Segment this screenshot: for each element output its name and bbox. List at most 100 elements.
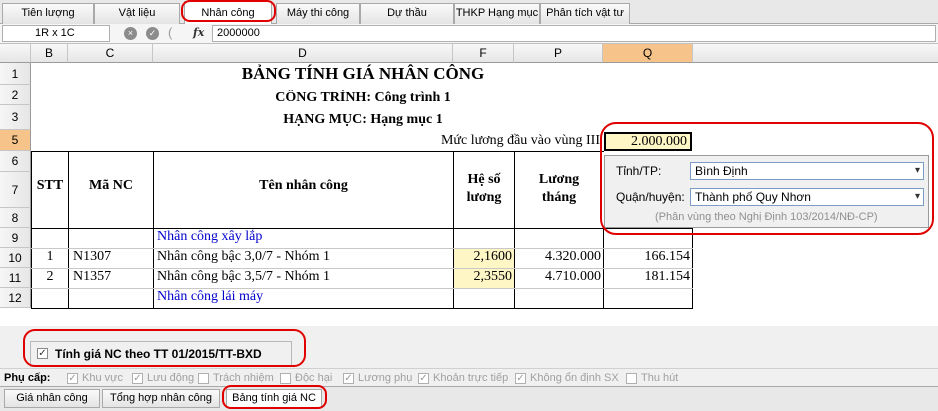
tab-vat-lieu[interactable]: Vật liệu	[94, 3, 180, 24]
checkbox-khong-on-dinh[interactable]: ✓	[515, 373, 526, 384]
tab-tien-luong[interactable]: Tiên lượng	[2, 3, 94, 24]
tt-checkbox[interactable]: ✓	[37, 348, 48, 359]
label-khoan-truc-tiep[interactable]: Khoản trực tiếp	[433, 372, 508, 384]
item-name[interactable]: Nhân công bậc 3,0/7 - Nhóm 1	[157, 249, 453, 265]
item-daily[interactable]: 166.154	[604, 249, 691, 265]
header-he-so-line2: lương	[466, 190, 502, 205]
group-lai-may[interactable]: Nhân công lái máy	[157, 289, 453, 305]
chevron-down-icon[interactable]: ▾	[915, 163, 920, 179]
item-code[interactable]: N1307	[73, 249, 153, 265]
row-header-8[interactable]: 8	[0, 208, 31, 228]
column-header-f[interactable]: F	[453, 44, 514, 63]
fx-icon[interactable]: fx	[193, 26, 204, 39]
cancel-icon[interactable]: ×	[124, 27, 137, 40]
formula-input[interactable]: 2000000	[212, 25, 936, 42]
label-trach-nhiem[interactable]: Trách nhiệm	[213, 372, 274, 384]
table-line	[31, 308, 693, 309]
function-wizard-icon[interactable]: (	[168, 25, 172, 40]
column-header-q[interactable]: Q	[603, 44, 693, 63]
item-stt[interactable]: 2	[32, 269, 68, 285]
header-ten-nc: Tên nhân công	[259, 178, 348, 193]
checkbox-trach-nhiem[interactable]	[198, 373, 209, 384]
label-thu-hut[interactable]: Thu hút	[641, 372, 678, 384]
province-label: Tỉnh/TP:	[616, 164, 662, 178]
column-header-c[interactable]: C	[68, 44, 153, 63]
label-khu-vuc[interactable]: Khu vực	[82, 372, 123, 384]
tab-may-thi-cong[interactable]: Máy thi công	[276, 3, 360, 24]
tab-thkp-hang-muc[interactable]: THKP Hạng mục	[454, 3, 540, 24]
tab-nhan-cong[interactable]: Nhân công	[184, 1, 272, 25]
tab-gia-nhan-cong[interactable]: Giá nhân công	[4, 389, 100, 408]
header-he-so-line1: Hệ số	[467, 172, 501, 187]
header-luong-line1: Lương	[538, 172, 580, 187]
column-header-b[interactable]: B	[31, 44, 68, 63]
row-header-3[interactable]: 3	[0, 105, 31, 130]
row-header-6[interactable]: 6	[0, 151, 31, 172]
checkbox-doc-hai[interactable]	[280, 373, 291, 384]
header-ma-nc: Mã NC	[89, 178, 133, 193]
checkbox-luong-phu[interactable]: ✓	[343, 373, 354, 384]
checkbox-khoan-truc-tiep[interactable]: ✓	[418, 373, 429, 384]
item-stt[interactable]: 1	[32, 249, 68, 265]
checkbox-khu-vuc[interactable]: ✓	[67, 373, 78, 384]
bottom-tab-bar: Giá nhân công Tổng hợp nhân công Bảng tí…	[0, 386, 938, 411]
tab-phan-tich-vat-tu[interactable]: Phân tích vật tư	[540, 3, 630, 24]
label-khong-on-dinh[interactable]: Không ổn định SX	[530, 372, 619, 384]
row-header-1[interactable]: 1	[0, 63, 31, 85]
project-name: CÔNG TRÌNH: Công trình 1	[275, 90, 451, 105]
tab-tong-hop-nhan-cong[interactable]: Tổng hợp nhân công	[102, 389, 220, 408]
wage-label: Mức lương đầu vào vùng III	[440, 133, 600, 148]
label-luu-dong[interactable]: Lưu động	[147, 372, 194, 384]
row-header-2[interactable]: 2	[0, 85, 31, 105]
item-coef[interactable]: 2,1600	[454, 249, 513, 265]
district-select[interactable]: Thành phố Quy Nhơn ▾	[690, 188, 924, 206]
column-header-p[interactable]: P	[514, 44, 603, 63]
name-box[interactable]: 1R x 1C	[2, 25, 110, 42]
header-luong-line2: tháng	[541, 190, 577, 205]
item-coef[interactable]: 2,3550	[454, 269, 513, 285]
item-monthly[interactable]: 4.320.000	[515, 249, 601, 265]
sheet-title: BẢNG TÍNH GIÁ NHÂN CÔNG	[241, 64, 485, 83]
options-area: ✓ Tính giá NC theo TT 01/2015/TT-BXD	[0, 326, 938, 368]
label-luong-phu[interactable]: Lương phụ	[358, 372, 412, 384]
row-header-5[interactable]: 5	[0, 130, 31, 151]
row-header-12[interactable]: 12	[0, 288, 31, 308]
row-header-10[interactable]: 10	[0, 248, 31, 268]
tab-bang-tinh-gia-nc[interactable]: Bảng tính giá NC	[226, 389, 322, 408]
item-name: HẠNG MỤC: Hạng mục 1	[283, 112, 443, 127]
checkbox-luu-dong[interactable]: ✓	[132, 373, 143, 384]
column-header-blank	[693, 44, 938, 63]
header-stt: STT	[36, 178, 64, 193]
row-header-9[interactable]: 9	[0, 228, 31, 248]
phu-cap-bar: Phụ cấp: ✓ Khu vực ✓ Lưu động Trách nhiệ…	[0, 368, 938, 386]
item-daily[interactable]: 181.154	[604, 269, 691, 285]
table-line	[68, 151, 69, 309]
province-value: Bình Định	[695, 164, 748, 178]
phu-cap-label: Phụ cấp:	[4, 372, 51, 384]
item-code[interactable]: N1357	[73, 269, 153, 285]
district-value: Thành phố Quy Nhơn	[695, 190, 811, 204]
wage-input-cell[interactable]: 2.000.000	[604, 132, 692, 151]
district-label: Quận/huyện:	[616, 190, 685, 204]
label-doc-hai[interactable]: Độc hại	[295, 372, 332, 384]
column-header-d[interactable]: D	[153, 44, 453, 63]
tt-checkbox-group: ✓ Tính giá NC theo TT 01/2015/TT-BXD	[30, 341, 292, 367]
item-monthly[interactable]: 4.710.000	[515, 269, 601, 285]
check-icon[interactable]: ✓	[146, 27, 159, 40]
checkbox-thu-hut[interactable]	[626, 373, 637, 384]
table-line	[153, 151, 154, 309]
table-line	[31, 151, 604, 152]
formula-bar: 1R x 1C × ✓ ( fx 2000000	[0, 24, 938, 44]
province-select[interactable]: Bình Định ▾	[690, 162, 924, 180]
item-name[interactable]: Nhân công bậc 3,5/7 - Nhóm 1	[157, 269, 453, 285]
region-selector-panel: Tỉnh/TP: Bình Định ▾ Quận/huyện: Thành p…	[604, 155, 929, 228]
top-tab-bar: Tiên lượng Vật liệu Nhân công Máy thi cô…	[0, 0, 938, 25]
row-header-11[interactable]: 11	[0, 268, 31, 288]
row-header-7[interactable]: 7	[0, 172, 31, 208]
region-note: (Phân vùng theo Nghị Định 103/2014/NĐ-CP…	[655, 211, 878, 223]
tab-du-thau[interactable]: Dự thầu	[360, 3, 454, 24]
tt-checkbox-label[interactable]: Tính giá NC theo TT 01/2015/TT-BXD	[55, 347, 262, 361]
group-xay-lap[interactable]: Nhân công xây lắp	[157, 229, 453, 245]
corner-header[interactable]	[0, 44, 31, 63]
chevron-down-icon[interactable]: ▾	[915, 189, 920, 205]
